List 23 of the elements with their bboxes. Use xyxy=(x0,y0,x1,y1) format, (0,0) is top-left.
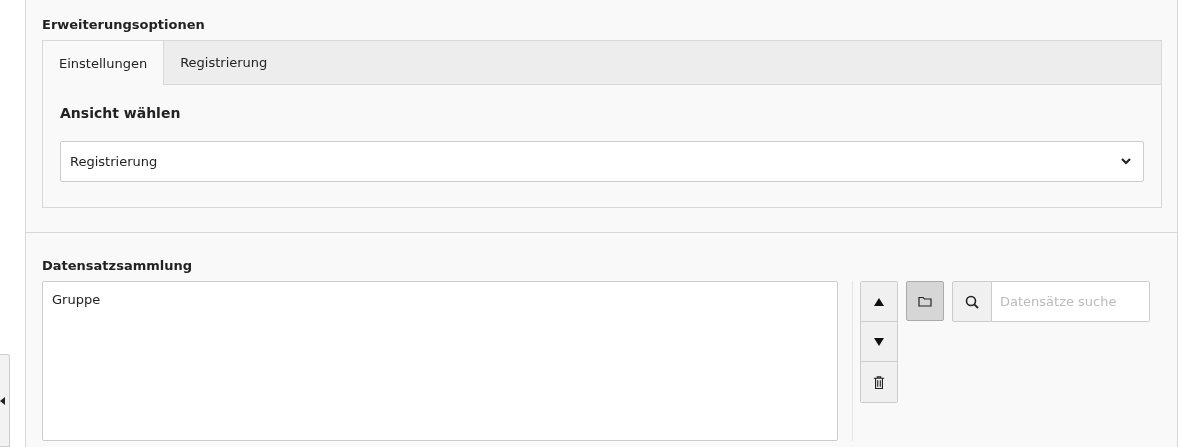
tab[interactable]: Einstellungen xyxy=(42,40,165,85)
trash-icon xyxy=(873,374,885,390)
field-label: Ansicht wählen xyxy=(60,105,182,121)
section-title: Erweiterungsoptionen xyxy=(42,17,206,32)
select-value: Registrierung xyxy=(70,154,158,169)
record-list[interactable]: Gruppe xyxy=(42,281,838,441)
caret-icon xyxy=(0,396,5,405)
browse-button[interactable] xyxy=(906,281,944,321)
collapse-handle[interactable] xyxy=(0,354,10,447)
view-select[interactable]: Registrierung xyxy=(60,141,1144,182)
move-down-button[interactable] xyxy=(861,322,897,362)
search-button[interactable] xyxy=(952,281,992,322)
list-item[interactable]: Gruppe xyxy=(52,292,828,307)
triangle-up-icon xyxy=(874,297,884,306)
triangle-down-icon xyxy=(874,337,884,346)
search-icon xyxy=(965,294,979,309)
tab[interactable]: Registrierung xyxy=(164,40,284,84)
move-up-button[interactable] xyxy=(861,282,897,322)
folder-icon xyxy=(918,295,932,307)
delete-button[interactable] xyxy=(861,362,897,402)
search-field[interactable]: Datensätze suche xyxy=(992,281,1150,322)
field-label: Datensatzsammlung xyxy=(42,258,193,273)
chevron-down-icon xyxy=(1121,158,1131,165)
